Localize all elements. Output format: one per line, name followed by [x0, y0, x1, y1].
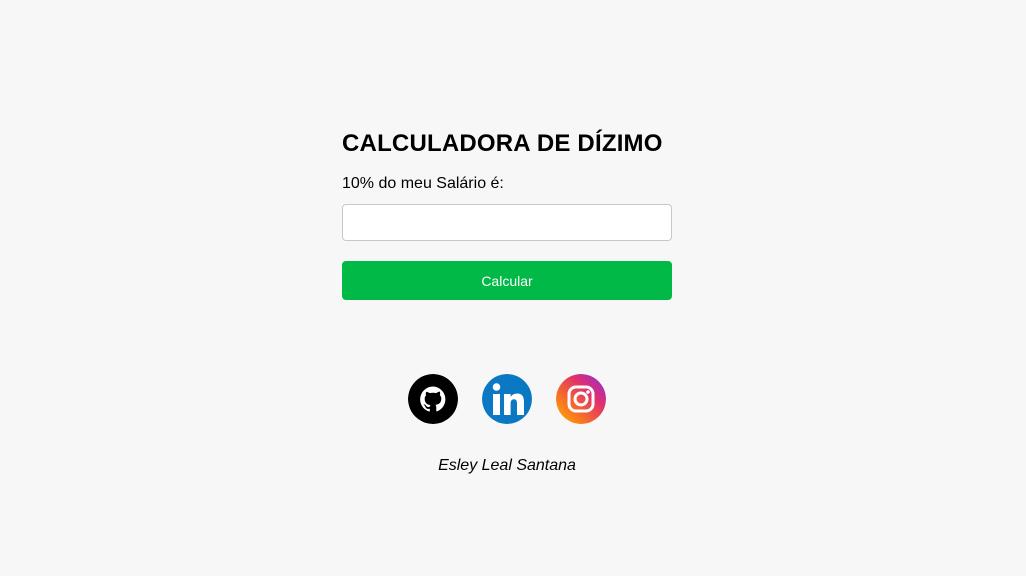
linkedin-icon — [482, 374, 532, 424]
calculator-form: CALCULADORA DE DÍZIMO 10% do meu Salário… — [342, 128, 672, 300]
github-icon — [408, 374, 458, 424]
instagram-icon — [556, 374, 606, 424]
page: CALCULADORA DE DÍZIMO 10% do meu Salário… — [0, 0, 1026, 576]
salary-label: 10% do meu Salário é: — [342, 175, 504, 192]
page-title: CALCULADORA DE DÍZIMO — [342, 130, 663, 157]
social-links — [408, 374, 606, 424]
instagram-link[interactable] — [556, 374, 606, 424]
salary-input[interactable] — [342, 204, 672, 241]
github-link[interactable] — [408, 374, 458, 424]
author-name: Esley Leal Santana — [438, 457, 576, 474]
calculate-button[interactable]: Calcular — [342, 261, 672, 300]
linkedin-link[interactable] — [482, 374, 532, 424]
